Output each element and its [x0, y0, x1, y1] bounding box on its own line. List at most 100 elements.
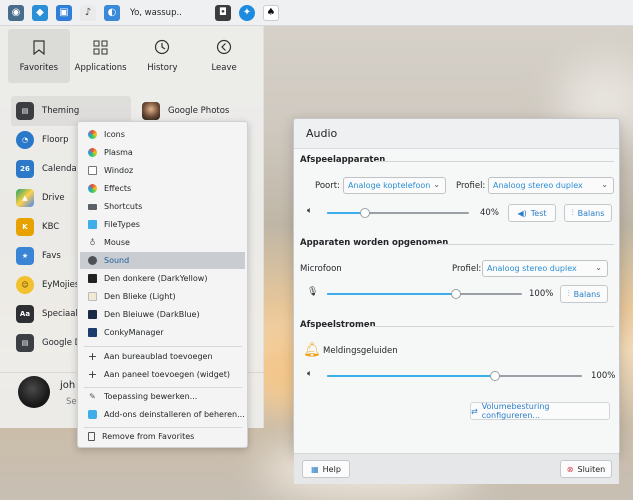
menu-item-label: Toepassing bewerken... — [104, 392, 198, 401]
music-icon[interactable]: ♪ — [80, 4, 96, 21]
menu-item-label: ConkyManager — [104, 328, 164, 337]
avatar[interactable] — [18, 376, 50, 408]
plasma-icon — [88, 148, 97, 157]
recording-profile-select[interactable]: Analoog stereo duplex ⌄ — [482, 260, 608, 277]
playback-profile-select[interactable]: Analoog stereo duplex ⌄ — [488, 177, 614, 194]
help-icon: ▦ — [311, 464, 319, 474]
favorite-drive[interactable]: ▲ Drive — [16, 186, 65, 210]
google-photos-icon — [142, 102, 160, 120]
theme-light-icon — [88, 292, 97, 301]
stream-volume-fill — [327, 375, 495, 377]
dolphin-icon[interactable]: ◆ — [32, 4, 48, 21]
tab-leave[interactable]: Leave — [193, 29, 255, 83]
tab-label: Leave — [211, 63, 237, 73]
floorp-icon: ◔ — [16, 131, 34, 149]
playback-balance-button[interactable]: ⫶ Balans — [564, 204, 612, 222]
favorite-calendar[interactable]: 26 Calendar — [16, 157, 80, 181]
bookmark-icon — [31, 39, 47, 55]
playback-volume-knob[interactable] — [360, 208, 370, 218]
speaker-app-icon[interactable]: ◘ — [215, 4, 231, 21]
recording-balance-button[interactable]: ⫶ Balans — [560, 285, 608, 303]
task-window-title[interactable]: Yo, wassup.. — [130, 8, 215, 18]
cards-icon[interactable]: ♠ — [263, 4, 279, 21]
tab-applications[interactable]: Applications — [70, 29, 132, 83]
menu-item-add-desktop[interactable]: + Aan bureaublad toevoegen — [78, 348, 247, 365]
folder-icon[interactable]: ▣ — [56, 4, 72, 21]
bell-icon: 🔔︎ — [303, 342, 321, 358]
stream-volume-knob[interactable] — [490, 371, 500, 381]
addons-icon — [88, 410, 97, 419]
button-label: Sluiten — [577, 464, 606, 474]
balance-icon: ⫶ — [567, 289, 570, 298]
dialog-title: Audio — [306, 127, 338, 140]
tab-favorites[interactable]: Favorites — [8, 29, 70, 83]
menu-item-label: Shortcuts — [104, 202, 143, 211]
mouse-icon: ♁ — [89, 238, 96, 247]
menu-item-filetypes[interactable]: FileTypes — [78, 216, 247, 233]
favorite-label: Drive — [42, 193, 65, 203]
menu-item-icons[interactable]: Icons — [78, 126, 247, 143]
keyboard-icon — [88, 203, 97, 210]
menu-item-theme-light[interactable]: Den Blieke (Light) — [78, 288, 247, 305]
google-docs-icon: ▤ — [16, 334, 34, 352]
menu-item-theme-dark[interactable]: Den donkere (DarkYellow) — [78, 270, 247, 287]
stream-volume-pct: 100% — [591, 371, 616, 381]
tab-history[interactable]: History — [132, 29, 194, 83]
calendar-icon: 26 — [16, 160, 34, 178]
menu-item-plasma[interactable]: Plasma — [78, 144, 247, 161]
menu-item-label: Aan bureaublad toevoegen — [104, 352, 213, 361]
menu-item-sound[interactable]: Sound — [80, 252, 245, 269]
profile-label: Profiel: — [452, 264, 482, 274]
chevron-down-icon: ⌄ — [601, 180, 608, 189]
launcher-tabs: Favorites Applications History Leave — [0, 26, 263, 86]
clock-icon — [154, 39, 170, 55]
menu-item-theme-blue[interactable]: Den Bleiuwe (DarkBlue) — [78, 306, 247, 323]
chevron-down-icon: ⌄ — [595, 263, 602, 272]
microphone-icon: 🎙︎ — [307, 287, 319, 297]
button-label: Help — [322, 464, 341, 474]
browser-icon[interactable]: ◐ — [104, 4, 120, 21]
theme-dark-icon — [88, 274, 97, 283]
favorite-kbc[interactable]: K KBC — [16, 215, 59, 239]
menu-item-label: Den Bleiuwe (DarkBlue) — [104, 310, 200, 319]
favorite-favs[interactable]: ★ Favs — [16, 244, 61, 268]
favorite-label: EyMojies — [42, 280, 80, 290]
configure-volume-button[interactable]: ⇄ Volumebesturing configureren... — [470, 402, 610, 420]
test-button[interactable]: ◀) Test — [508, 204, 556, 222]
menu-item-label: Remove from Favorites — [102, 432, 195, 441]
theme-blue-icon — [88, 310, 97, 319]
help-button[interactable]: ▦ Help — [302, 460, 350, 478]
menu-item-remove-favorite[interactable]: Remove from Favorites — [78, 428, 247, 445]
favorite-context-menu: Icons Plasma Windoz Effects Shortcuts Fi… — [77, 121, 248, 448]
speaker-icon: 🔈︎ — [307, 369, 313, 379]
theming-icon: ▤ — [16, 102, 34, 120]
app-launcher-icon[interactable]: ◉ — [8, 4, 24, 21]
menu-item-edit-application[interactable]: ✎ Toepassing bewerken... — [78, 388, 247, 405]
menu-item-shortcuts[interactable]: Shortcuts — [78, 198, 247, 215]
drive-icon: ▲ — [16, 189, 34, 207]
favorite-theming[interactable]: ▤ Theming — [16, 99, 79, 123]
icons-icon — [88, 130, 97, 139]
favorite-label: Google D — [42, 338, 82, 348]
recording-volume-fill — [327, 293, 456, 295]
menu-item-conkymanager[interactable]: ConkyManager — [78, 324, 247, 341]
menu-item-windoz[interactable]: Windoz — [78, 162, 247, 179]
recording-volume-knob[interactable] — [451, 289, 461, 299]
menu-item-effects[interactable]: Effects — [78, 180, 247, 197]
menu-item-mouse[interactable]: ♁ Mouse — [78, 234, 247, 251]
menu-item-addons[interactable]: Add-ons deinstalleren of beheren... — [78, 406, 247, 423]
tab-label: Applications — [74, 63, 127, 73]
favorite-eymojies[interactable]: ☺ EyMojies — [16, 273, 79, 297]
close-button[interactable]: ⊗ Sluiten — [560, 460, 612, 478]
stream-name: Meldingsgeluiden — [323, 346, 398, 356]
favorite-label: Calendar — [42, 164, 81, 174]
port-select[interactable]: Analoge koptelefoon ⌄ — [343, 177, 446, 194]
favorite-google-photos[interactable]: Google Photos — [142, 99, 229, 123]
menu-item-add-panel[interactable]: + Aan paneel toevoegen (widget) — [78, 366, 247, 383]
favorite-floorp[interactable]: ◔ Floorp — [16, 128, 69, 152]
search-input[interactable]: Se — [66, 397, 77, 407]
network-icon[interactable]: ✦ — [239, 4, 255, 21]
favorite-label: Theming — [42, 106, 80, 116]
favorite-special-chars[interactable]: Aa Speciaal Ş — [16, 302, 86, 326]
favorite-google-d[interactable]: ▤ Google D — [16, 331, 81, 355]
